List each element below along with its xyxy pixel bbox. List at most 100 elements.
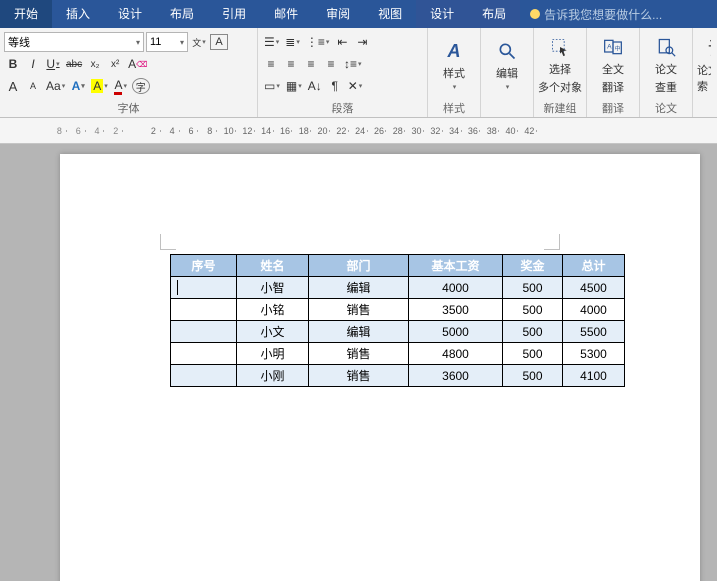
editing-group: 编辑 ▾ xyxy=(481,28,534,117)
shading-button[interactable]: ▭▾ xyxy=(262,76,282,96)
table-header-cell[interactable]: 部门 xyxy=(309,255,409,277)
borders-button[interactable]: ▦▾ xyxy=(284,76,304,96)
table-cell[interactable]: 500 xyxy=(503,299,563,321)
bold-button[interactable]: B xyxy=(4,54,22,74)
styles-button[interactable]: A 样式 ▾ xyxy=(432,30,476,100)
paper-dup-button[interactable]: 论文 查重 xyxy=(644,30,688,100)
salary-table[interactable]: 序号姓名部门基本工资奖金总计 小智编辑40005004500小铭销售350050… xyxy=(170,254,625,387)
grow-font-button[interactable]: A xyxy=(4,76,22,96)
align-center-button[interactable]: ≡ xyxy=(282,54,300,74)
table-cell[interactable]: 小文 xyxy=(237,321,309,343)
table-cell[interactable]: 500 xyxy=(503,343,563,365)
full-translate-button[interactable]: A中 全文 翻译 xyxy=(591,30,635,100)
table-cell[interactable]: 500 xyxy=(503,277,563,299)
superscript-button[interactable]: x² xyxy=(106,54,124,74)
table-cell[interactable]: 小铭 xyxy=(237,299,309,321)
ruler-tick: 40 xyxy=(501,126,520,136)
paragraph-group: ☰▾ ≣▾ ⋮≡▾ ⇤ ⇥ ≡ ≡ ≡ ≡ ↕≡▾ ▭▾ ▦▾ A↓ ¶ ✕▾ … xyxy=(258,28,428,117)
table-cell[interactable] xyxy=(171,365,237,387)
table-cell[interactable]: 5500 xyxy=(563,321,625,343)
horizontal-ruler[interactable]: 8642246810121416182022242628303234363840… xyxy=(0,118,717,144)
paper-search-button[interactable]: 论 论文检索 xyxy=(697,30,711,100)
table-cell[interactable]: 4000 xyxy=(409,277,503,299)
dupcheck-icon xyxy=(653,35,679,59)
table-row[interactable]: 小明销售48005005300 xyxy=(171,343,625,365)
table-cell[interactable]: 4500 xyxy=(563,277,625,299)
table-cell[interactable]: 5000 xyxy=(409,321,503,343)
table-cell[interactable] xyxy=(171,299,237,321)
table-row[interactable]: 小智编辑40005004500 xyxy=(171,277,625,299)
font-size-combo[interactable]: 11▾ xyxy=(146,32,188,52)
clear-formatting-button[interactable]: A⌫ xyxy=(126,54,149,74)
char-border-button[interactable]: A xyxy=(210,34,228,50)
table-cell[interactable]: 销售 xyxy=(309,343,409,365)
table-cell[interactable]: 5300 xyxy=(563,343,625,365)
table-header-cell[interactable]: 基本工资 xyxy=(409,255,503,277)
search-icon xyxy=(494,39,520,63)
subscript-button[interactable]: x₂ xyxy=(86,54,104,74)
tab-design[interactable]: 设计 xyxy=(104,0,156,28)
table-cell[interactable] xyxy=(171,321,237,343)
table-row[interactable]: 小文编辑50005005500 xyxy=(171,321,625,343)
styles-group-label: 样式 xyxy=(432,101,476,117)
bullets-button[interactable]: ☰▾ xyxy=(262,32,281,52)
table-cell[interactable] xyxy=(171,343,237,365)
tab-insert[interactable]: 插入 xyxy=(52,0,104,28)
phonetic-guide-button[interactable]: 文▾ xyxy=(190,32,208,52)
table-cell[interactable]: 4800 xyxy=(409,343,503,365)
asian-layout-button[interactable]: ✕▾ xyxy=(346,76,365,96)
tab-context-design[interactable]: 设计 xyxy=(416,0,468,28)
table-cell[interactable]: 小刚 xyxy=(237,365,309,387)
sort-button[interactable]: A↓ xyxy=(306,76,324,96)
tab-layout[interactable]: 布局 xyxy=(156,0,208,28)
table-header-cell[interactable]: 奖金 xyxy=(503,255,563,277)
table-row[interactable]: 小刚销售36005004100 xyxy=(171,365,625,387)
table-cell[interactable]: 500 xyxy=(503,321,563,343)
table-cell[interactable]: 500 xyxy=(503,365,563,387)
table-cell[interactable]: 编辑 xyxy=(309,277,409,299)
select-multi-button[interactable]: 选择 多个对象 xyxy=(538,30,582,100)
table-cell[interactable]: 4100 xyxy=(563,365,625,387)
increase-indent-button[interactable]: ⇥ xyxy=(353,32,371,52)
table-cell[interactable] xyxy=(171,277,237,299)
change-case-button[interactable]: Aa▾ xyxy=(44,76,67,96)
line-spacing-button[interactable]: ↕≡▾ xyxy=(342,54,364,74)
table-cell[interactable]: 3500 xyxy=(409,299,503,321)
align-right-button[interactable]: ≡ xyxy=(302,54,320,74)
table-row[interactable]: 小铭销售35005004000 xyxy=(171,299,625,321)
decrease-indent-button[interactable]: ⇤ xyxy=(333,32,351,52)
table-cell[interactable]: 销售 xyxy=(309,299,409,321)
table-header-cell[interactable]: 总计 xyxy=(563,255,625,277)
tab-start[interactable]: 开始 xyxy=(0,0,52,28)
table-cell[interactable]: 4000 xyxy=(563,299,625,321)
show-marks-button[interactable]: ¶ xyxy=(326,76,344,96)
font-color-button[interactable]: A▾ xyxy=(112,76,130,96)
text-effects-button[interactable]: A▾ xyxy=(69,76,87,96)
table-header-cell[interactable]: 姓名 xyxy=(237,255,309,277)
numbering-button[interactable]: ≣▾ xyxy=(283,32,302,52)
table-cell[interactable]: 3600 xyxy=(409,365,503,387)
table-cell[interactable]: 小明 xyxy=(237,343,309,365)
tab-mail[interactable]: 邮件 xyxy=(260,0,312,28)
tab-references[interactable]: 引用 xyxy=(208,0,260,28)
multilevel-button[interactable]: ⋮≡▾ xyxy=(304,32,332,52)
font-name-combo[interactable]: 等线▾ xyxy=(4,32,144,52)
table-header-cell[interactable]: 序号 xyxy=(171,255,237,277)
table-cell[interactable]: 小智 xyxy=(237,277,309,299)
table-cell[interactable]: 销售 xyxy=(309,365,409,387)
highlight-button[interactable]: A▾ xyxy=(89,76,110,96)
enclose-char-button[interactable]: 字 xyxy=(132,78,150,94)
italic-button[interactable]: I xyxy=(24,54,42,74)
strikethrough-button[interactable]: abc xyxy=(64,54,84,74)
align-left-button[interactable]: ≡ xyxy=(262,54,280,74)
shrink-font-button[interactable]: A xyxy=(24,76,42,96)
tab-review[interactable]: 审阅 xyxy=(312,0,364,28)
tell-me-box[interactable]: 告诉我您想要做什么... xyxy=(520,6,717,23)
tab-context-layout[interactable]: 布局 xyxy=(468,0,520,28)
table-cell[interactable]: 编辑 xyxy=(309,321,409,343)
tab-view[interactable]: 视图 xyxy=(364,0,416,28)
justify-button[interactable]: ≡ xyxy=(322,54,340,74)
page[interactable]: 序号姓名部门基本工资奖金总计 小智编辑40005004500小铭销售350050… xyxy=(60,154,700,581)
underline-button[interactable]: U▾ xyxy=(44,54,62,74)
editing-button[interactable]: 编辑 ▾ xyxy=(485,30,529,100)
